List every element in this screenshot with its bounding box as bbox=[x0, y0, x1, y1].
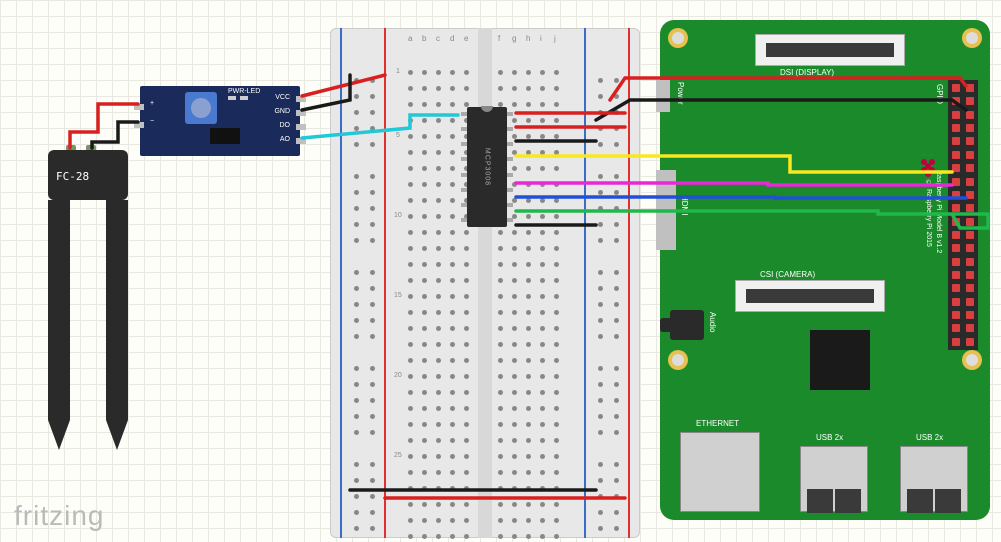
bb-col-d: d bbox=[450, 34, 454, 43]
bb-row-10: 10 bbox=[394, 212, 402, 219]
bb-rail-pos-right bbox=[628, 28, 630, 538]
rpi-usb-port-1 bbox=[800, 446, 868, 512]
bb-col-i: i bbox=[540, 34, 542, 43]
bb-col-a: a bbox=[408, 34, 412, 43]
bb-col-f: f bbox=[498, 34, 500, 43]
bb-col-b: b bbox=[422, 34, 426, 43]
rpi-hdmi-label: HDMI bbox=[680, 195, 689, 215]
module-left-header bbox=[134, 104, 144, 128]
module-pin-plus bbox=[134, 104, 144, 110]
bb-row-15: 15 bbox=[394, 292, 402, 299]
module-lm393-chip bbox=[210, 128, 240, 144]
module-pwr-led-label: PWR-LED bbox=[228, 88, 260, 95]
module-plus-label: + bbox=[150, 100, 154, 107]
bb-row-1: 1 bbox=[396, 68, 400, 75]
rpi-mount-hole bbox=[668, 28, 688, 48]
rpi-mount-hole bbox=[962, 350, 982, 370]
bb-col-e: e bbox=[464, 34, 468, 43]
bb-rail-pos-left bbox=[384, 28, 386, 538]
rpi-micro-usb-power bbox=[656, 80, 670, 112]
rpi-usb-port-2 bbox=[900, 446, 968, 512]
rpi-usb1-label: USB 2x bbox=[816, 433, 843, 442]
rpi-csi-label: CSI (CAMERA) bbox=[760, 270, 815, 279]
rpi-audio-jack bbox=[670, 310, 704, 340]
module-pin-ao bbox=[296, 138, 306, 144]
fc28-label: FC-28 bbox=[56, 170, 89, 183]
module-pin-do bbox=[296, 124, 306, 130]
rpi-dsi-label: DSI (DISPLAY) bbox=[780, 68, 834, 77]
rpi-eth-label: ETHERNET bbox=[696, 419, 739, 428]
fc28-prong-left bbox=[48, 200, 70, 420]
bb-col-h: h bbox=[526, 34, 530, 43]
module-right-header bbox=[296, 96, 306, 144]
bb-rail-neg-right bbox=[584, 28, 586, 538]
module-do-led bbox=[240, 96, 248, 100]
rpi-mount-hole bbox=[668, 350, 688, 370]
module-vcc-label: VCC bbox=[275, 94, 290, 101]
rpi-gpio-header bbox=[948, 80, 978, 350]
rpi-mount-hole bbox=[962, 28, 982, 48]
wire-module-fc28-minus bbox=[92, 122, 138, 148]
rpi-audio-label: Audio bbox=[708, 312, 717, 332]
bb-rail-neg-left bbox=[340, 28, 342, 538]
bb-col-g: g bbox=[512, 34, 516, 43]
rpi-dsi-connector bbox=[755, 34, 905, 66]
mcp3008-notch bbox=[481, 106, 493, 112]
breadboard: a b c d e f g h i j 1 5 10 15 20 25 bbox=[330, 28, 640, 538]
module-gnd-label: GND bbox=[274, 108, 290, 115]
rpi-gpio-label: GPIO bbox=[935, 84, 944, 104]
bb-row-25: 25 bbox=[394, 452, 402, 459]
mcp3008-pins-left bbox=[461, 112, 467, 222]
bb-col-c: c bbox=[436, 34, 440, 43]
raspberry-pi-logo-icon bbox=[916, 150, 940, 180]
bb-row-20: 20 bbox=[394, 372, 402, 379]
moisture-comparator-module: PWR-LED + − VCC GND DO AO bbox=[140, 86, 300, 156]
wire-module-fc28-plus bbox=[70, 104, 138, 148]
module-pin-minus bbox=[134, 122, 144, 128]
mcp3008-label: MCP3008 bbox=[484, 148, 491, 186]
rpi-power-label: Power bbox=[676, 82, 685, 105]
bb-col-j: j bbox=[554, 34, 556, 43]
module-pin-gnd bbox=[296, 110, 306, 116]
rpi-copyright-label: © Raspberry Pi 2015 bbox=[925, 180, 932, 247]
mcp3008-pins-right bbox=[507, 112, 513, 222]
rpi-csi-connector bbox=[735, 280, 885, 312]
module-pin-vcc bbox=[296, 96, 306, 102]
rpi-model-label: Raspberry Pi Model B v1.2 bbox=[935, 170, 942, 253]
raspberry-pi-3: DSI (DISPLAY) CSI (CAMERA) Power HDMI Au… bbox=[660, 20, 990, 520]
rpi-hdmi-port bbox=[656, 170, 676, 250]
fritzing-canvas: FC-28 PWR-LED + − VCC GND DO AO bbox=[0, 0, 1001, 542]
module-ao-label: AO bbox=[280, 136, 290, 143]
module-pwr-led bbox=[228, 96, 236, 100]
rpi-ethernet-port bbox=[680, 432, 760, 512]
module-do-label: DO bbox=[280, 122, 291, 129]
rpi-soc-chip bbox=[810, 330, 870, 390]
mcp3008-adc-chip: MCP3008 bbox=[467, 107, 507, 227]
fritzing-watermark: fritzing bbox=[14, 500, 104, 532]
bb-center-notch bbox=[478, 28, 492, 538]
bb-row-5: 5 bbox=[396, 132, 400, 139]
fc28-prong-right bbox=[106, 200, 128, 420]
module-potentiometer[interactable] bbox=[185, 92, 217, 124]
fc28-soil-probe: FC-28 bbox=[48, 150, 128, 430]
rpi-usb2-label: USB 2x bbox=[916, 433, 943, 442]
module-minus-label: − bbox=[150, 118, 154, 125]
